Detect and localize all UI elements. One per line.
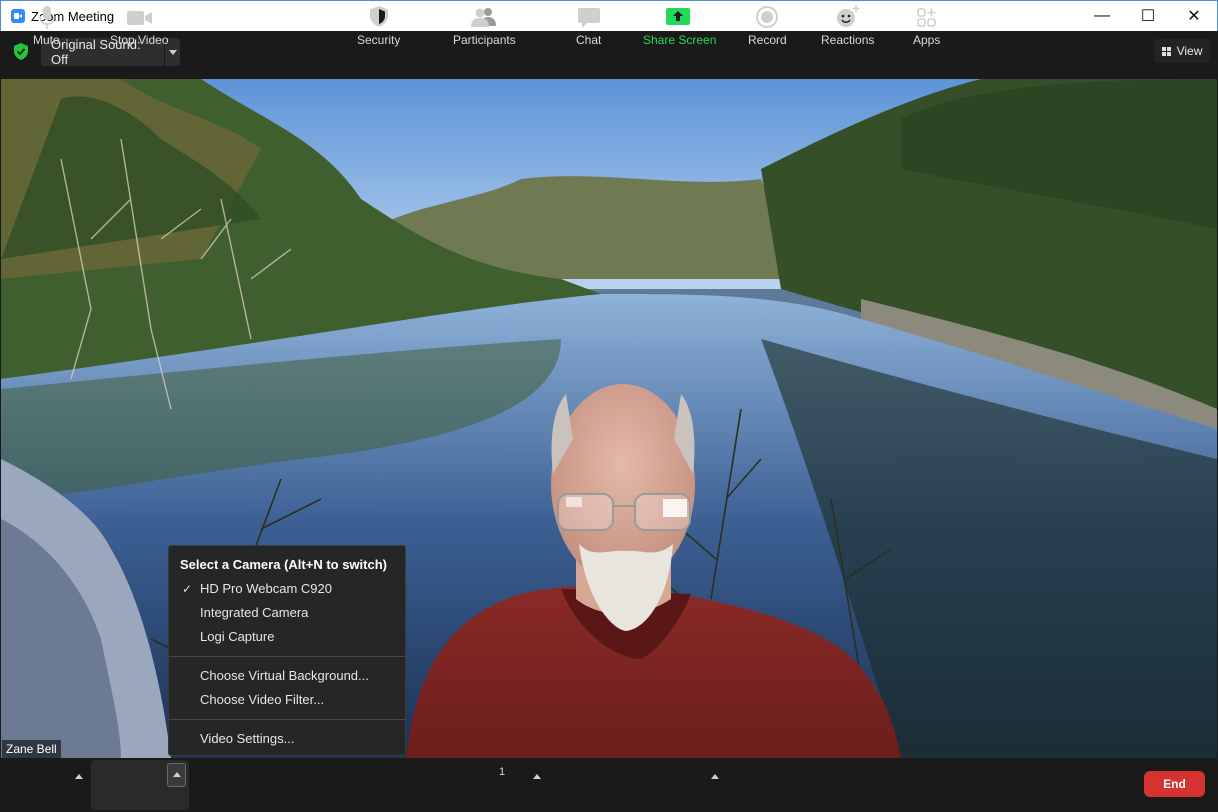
share-screen-icon — [666, 8, 690, 25]
reactions-smiley-icon — [837, 5, 860, 27]
video-options-caret[interactable] — [167, 763, 186, 787]
menu-item-label: Choose Virtual Background... — [200, 668, 369, 683]
camera-option-label: HD Pro Webcam C920 — [200, 581, 332, 596]
close-button[interactable]: ✕ — [1171, 1, 1217, 32]
participants-icon — [471, 8, 496, 27]
camera-menu-header: Select a Camera (Alt+N to switch) — [180, 557, 387, 572]
participants-button[interactable]: Participants — [448, 0, 520, 54]
audio-options-caret[interactable] — [75, 772, 83, 780]
mute-label: Mute — [33, 33, 60, 47]
camera-option-hd-pro-webcam[interactable]: ✓ HD Pro Webcam C920 — [169, 577, 405, 601]
maximize-button[interactable]: ☐ — [1125, 1, 1171, 32]
share-screen-label: Share Screen — [643, 33, 717, 47]
record-label: Record — [748, 33, 787, 47]
reactions-label: Reactions — [821, 33, 875, 47]
menu-item-label: Video Settings... — [200, 731, 295, 746]
participants-label: Participants — [453, 33, 516, 47]
record-button[interactable]: Record — [745, 0, 789, 54]
camera-option-integrated-camera[interactable]: Integrated Camera — [169, 601, 405, 625]
stop-video-button[interactable]: Stop Video — [100, 0, 169, 54]
apps-icon — [917, 8, 936, 27]
view-button[interactable]: View — [1154, 39, 1210, 63]
menu-divider — [169, 656, 405, 657]
window-controls: — ☐ ✕ — [1079, 1, 1217, 32]
share-screen-button[interactable]: Share Screen — [640, 0, 716, 54]
choose-video-filter-item[interactable]: Choose Video Filter... — [169, 688, 405, 712]
camera-option-logi-capture[interactable]: Logi Capture — [169, 625, 405, 649]
checkmark-icon: ✓ — [182, 582, 193, 596]
choose-virtual-background-item[interactable]: Choose Virtual Background... — [169, 664, 405, 688]
participants-count: 1 — [499, 766, 506, 778]
end-label: End — [1163, 777, 1186, 791]
chevron-up-icon — [173, 770, 181, 778]
chat-button[interactable]: Chat — [570, 0, 608, 54]
end-meeting-button[interactable]: End — [1144, 771, 1205, 797]
stop-video-label: Stop Video — [110, 33, 169, 47]
window-titlebar: Zoom Meeting — ☐ ✕ — [0, 0, 1218, 31]
mute-button[interactable]: Mute — [22, 0, 72, 54]
security-shield-icon — [370, 6, 388, 27]
security-label: Security — [357, 33, 401, 47]
reactions-button[interactable]: Reactions — [818, 0, 876, 54]
chat-label: Chat — [576, 33, 602, 47]
chat-bubble-icon — [578, 8, 600, 28]
minimize-button[interactable]: — — [1079, 1, 1125, 32]
view-label: View — [1176, 44, 1203, 58]
participant-name-tag: Zane Bell — [2, 740, 61, 758]
meeting-topbar — [0, 31, 1218, 79]
record-icon — [756, 6, 778, 28]
apps-label: Apps — [913, 33, 941, 47]
grid-view-icon — [1161, 46, 1172, 56]
apps-button[interactable]: Apps — [908, 0, 946, 54]
camera-select-menu: Select a Camera (Alt+N to switch) ✓ HD P… — [168, 545, 406, 756]
security-button[interactable]: Security — [350, 0, 408, 54]
menu-divider — [169, 719, 405, 720]
video-settings-item[interactable]: Video Settings... — [169, 727, 405, 751]
video-camera-icon — [127, 11, 152, 25]
share-options-caret[interactable] — [711, 772, 719, 780]
participants-options-caret[interactable] — [533, 772, 541, 780]
microphone-icon — [39, 6, 55, 29]
menu-item-label: Choose Video Filter... — [200, 692, 325, 707]
camera-option-label: Logi Capture — [200, 629, 275, 644]
chevron-down-icon — [168, 49, 177, 55]
camera-option-label: Integrated Camera — [200, 605, 309, 620]
